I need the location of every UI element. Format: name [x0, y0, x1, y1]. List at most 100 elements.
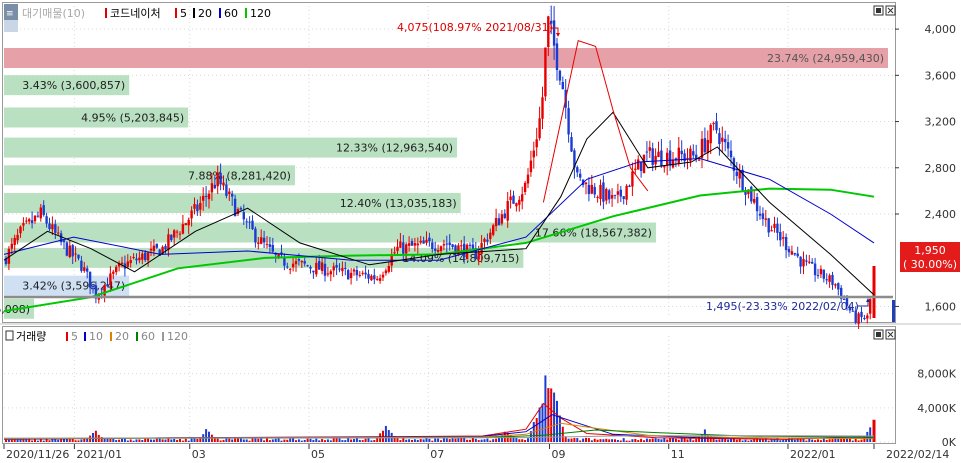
- volume-profile-legend[interactable]: 대기매물(10): [22, 7, 85, 20]
- candle-body: [532, 150, 535, 158]
- zoom-icon[interactable]: [4, 20, 18, 32]
- candle-body: [312, 270, 315, 273]
- volume-bar: [358, 439, 361, 442]
- candle-body: [471, 244, 475, 249]
- candle-body: [416, 243, 419, 246]
- stock-name[interactable]: 코드네이처: [110, 7, 161, 20]
- candle-body: [544, 47, 547, 97]
- candle-body: [42, 205, 45, 216]
- volume-bar: [138, 439, 141, 442]
- volume-ma-legend-label[interactable]: 10: [89, 330, 103, 343]
- candle-body: [248, 221, 251, 223]
- volume-bar: [353, 439, 355, 442]
- volume-bar: [274, 438, 277, 442]
- volume-bar: [335, 437, 338, 442]
- volume-bar: [416, 439, 419, 442]
- candle-body: [303, 261, 306, 264]
- x-axis-label: 2022/02/14: [886, 448, 949, 461]
- candle-body: [535, 139, 538, 148]
- candle-body: [486, 239, 489, 242]
- candle-body: [825, 279, 828, 281]
- candle-body: [262, 237, 266, 243]
- candle-body: [231, 193, 234, 197]
- candle-body: [622, 196, 625, 199]
- x-axis-label: 2021/01: [76, 448, 122, 461]
- candle-body: [196, 204, 199, 211]
- volume-bar: [434, 438, 437, 442]
- candle-body: [599, 184, 602, 200]
- volume-bar: [283, 439, 286, 442]
- candle-body: [509, 196, 512, 201]
- volume-ma-legend-label[interactable]: 5: [71, 330, 78, 343]
- candle-body: [210, 183, 214, 193]
- candle-body: [442, 244, 446, 246]
- volume-bar: [628, 440, 631, 442]
- volume-bar: [851, 440, 854, 442]
- volume-bar: [315, 438, 318, 442]
- volume-bar: [715, 439, 718, 442]
- volume-bar: [83, 439, 86, 442]
- candle-body: [709, 124, 712, 144]
- volume-bar: [611, 439, 614, 442]
- candle-body: [10, 243, 13, 249]
- candle-body: [28, 219, 31, 222]
- volume-ma-legend-label[interactable]: 20: [115, 330, 129, 343]
- volume-bar: [657, 438, 660, 442]
- volume-ma-legend-label[interactable]: 120: [167, 330, 188, 343]
- volume-bar: [411, 439, 413, 442]
- volume-bar: [268, 440, 271, 442]
- candle-body: [245, 221, 248, 223]
- candle-body: [393, 252, 396, 254]
- volume-bar: [547, 388, 550, 442]
- candle-body: [289, 268, 292, 270]
- volume-bar: [663, 438, 666, 442]
- volume-bar: [686, 439, 689, 442]
- ma-legend-marker: [219, 8, 221, 18]
- volume-bar: [541, 403, 544, 442]
- candle-body: [358, 274, 361, 276]
- volume-bar: [135, 439, 138, 442]
- volume-bar: [666, 439, 669, 442]
- candle-body: [80, 260, 83, 271]
- volume-bar: [521, 439, 524, 442]
- volume-bar: [364, 438, 367, 442]
- volume-ma-legend-label[interactable]: 60: [141, 330, 155, 343]
- candle-body: [755, 197, 759, 212]
- chart-menu-glyph: ≡: [6, 9, 14, 19]
- ma-legend-label[interactable]: 20: [198, 7, 212, 20]
- volume-bar: [332, 438, 335, 442]
- candle-body: [19, 226, 22, 234]
- candle-body: [483, 238, 486, 242]
- candle-body: [558, 70, 562, 81]
- volume-bar: [42, 440, 45, 442]
- volume-bar: [239, 438, 242, 442]
- candle-body: [149, 248, 153, 251]
- volume-bar: [779, 440, 782, 442]
- candle-body: [489, 232, 492, 240]
- volume-bar: [405, 439, 408, 442]
- candle-body: [860, 311, 863, 318]
- candle-body: [735, 171, 738, 177]
- candle-body: [671, 159, 675, 168]
- candle-body: [103, 285, 106, 296]
- candle-body: [216, 172, 219, 187]
- candle-body: [529, 160, 533, 173]
- volume-bar: [248, 440, 251, 442]
- candle-body: [399, 241, 402, 248]
- volume-bar: [558, 415, 561, 442]
- volume-bar: [132, 440, 135, 442]
- candle-body: [648, 147, 651, 151]
- candle-body: [381, 274, 385, 278]
- candle-body: [141, 253, 144, 260]
- candle-body: [695, 154, 698, 159]
- candle-body: [503, 213, 506, 218]
- candle-body: [164, 245, 167, 250]
- candle-body: [631, 171, 634, 187]
- ma-legend-label[interactable]: 120: [250, 7, 271, 20]
- stock-chart[interactable]: 23.74% (24,959,430) 3.43% (3,600,857) 4.95…: [0, 0, 961, 463]
- volume-bar: [419, 439, 422, 442]
- ma-legend-label[interactable]: 60: [224, 7, 238, 20]
- ma-legend-label[interactable]: 5: [180, 7, 187, 20]
- volume-title[interactable]: 거래량: [16, 330, 46, 343]
- volume-bar: [321, 439, 324, 442]
